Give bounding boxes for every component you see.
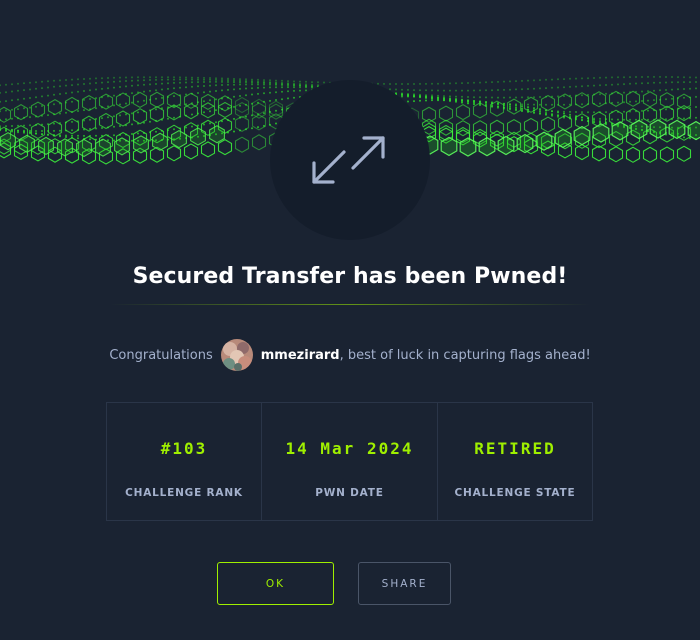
congrats-suffix: , best of luck in capturing flags ahead!	[339, 347, 591, 363]
pwned-title: Secured Transfer has been Pwned!	[132, 264, 568, 289]
expand-arrows-icon	[312, 136, 385, 184]
share-button[interactable]: SHARE	[358, 562, 451, 605]
challenge-icon-circle	[270, 80, 430, 240]
challenge-rank-label: CHALLENGE RANK	[125, 487, 243, 499]
congrats-prefix: Congratulations	[109, 347, 213, 363]
pwn-date-label: PWN DATE	[315, 487, 384, 499]
challenge-rank-value: #103	[160, 439, 208, 458]
stat-challenge-rank: #103 CHALLENGE RANK	[107, 403, 261, 520]
challenge-state-label: CHALLENGE STATE	[454, 487, 576, 499]
congratulations-message: Congratulations mmezirard , best of luck…	[0, 338, 700, 372]
stat-challenge-state: RETIRED CHALLENGE STATE	[437, 403, 592, 520]
ok-button[interactable]: OK	[217, 562, 334, 605]
username-link[interactable]: mmezirard	[261, 348, 340, 363]
user-avatar[interactable]	[220, 339, 253, 371]
pwn-date-value: 14 Mar 2024	[285, 439, 414, 458]
stats-panel: #103 CHALLENGE RANK 14 Mar 2024 PWN DATE…	[106, 402, 593, 521]
stat-pwn-date: 14 Mar 2024 PWN DATE	[261, 403, 437, 520]
challenge-state-value: RETIRED	[474, 439, 556, 458]
title-divider	[110, 304, 590, 305]
